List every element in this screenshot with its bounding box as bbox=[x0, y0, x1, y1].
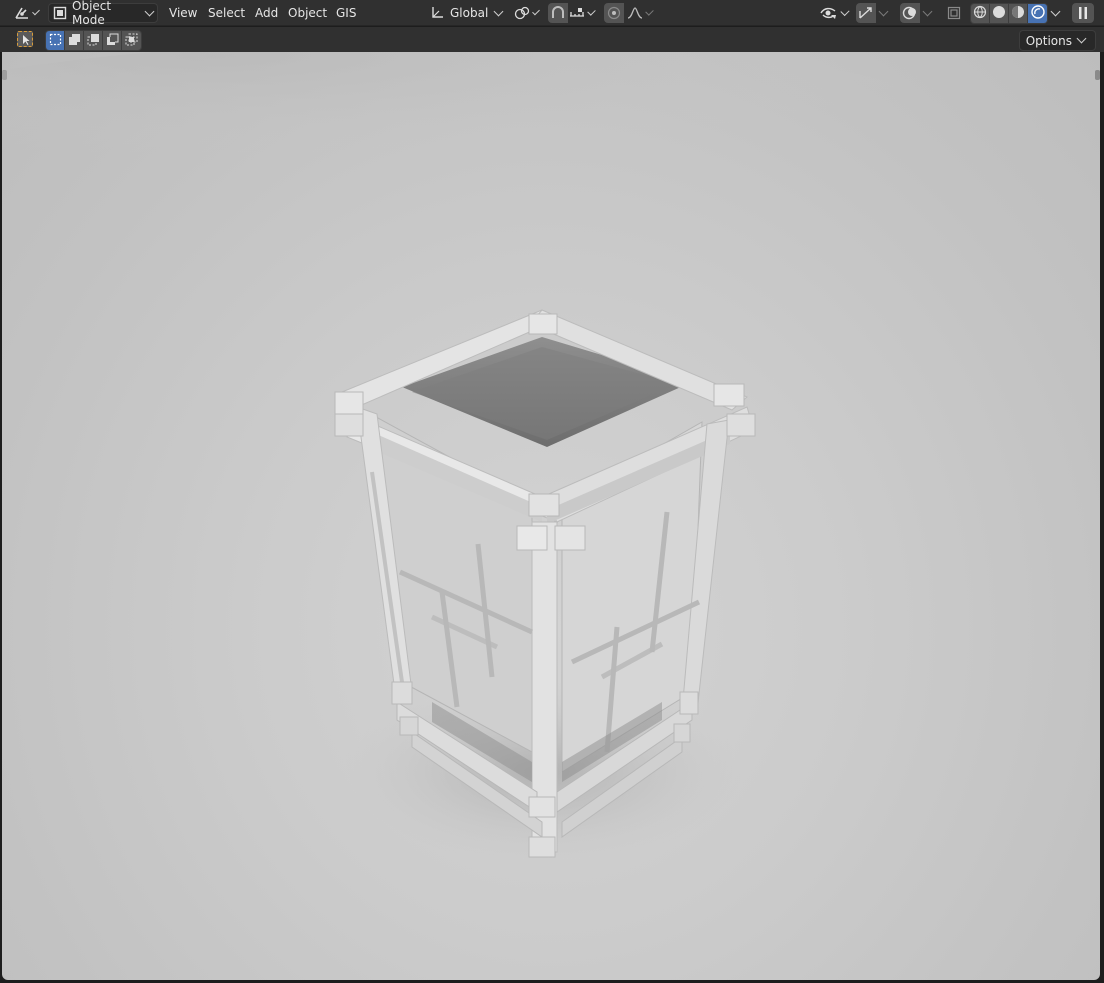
orientation-icon bbox=[430, 6, 444, 20]
object-mode-icon bbox=[53, 6, 67, 20]
gizmo-icon bbox=[858, 6, 874, 20]
intersect-selection-icon bbox=[125, 33, 138, 49]
menu-add[interactable]: Add bbox=[250, 3, 283, 23]
new-selection-icon bbox=[49, 33, 62, 49]
falloff-curve-icon bbox=[627, 6, 643, 20]
options-label: Options bbox=[1025, 33, 1072, 48]
proportional-edit-icon bbox=[607, 6, 621, 20]
visibility-dropdown[interactable] bbox=[818, 3, 852, 23]
select-box-icon bbox=[18, 32, 32, 49]
mode-dropdown[interactable]: Object Mode bbox=[48, 0, 158, 27]
editor-type-button[interactable] bbox=[10, 3, 42, 23]
material-preview-button[interactable] bbox=[1009, 4, 1028, 23]
blender-3d-viewport: Object Mode View Select Add Object GIS G… bbox=[0, 0, 1104, 983]
overlay-toggle[interactable] bbox=[900, 3, 920, 23]
wireframe-shading-button[interactable] bbox=[971, 4, 990, 23]
chevron-down-icon bbox=[532, 7, 540, 15]
chevron-down-icon bbox=[1076, 33, 1087, 44]
chevron-down-icon bbox=[144, 6, 155, 16]
extend-selection-icon bbox=[68, 33, 81, 49]
menu-view[interactable]: View bbox=[164, 3, 202, 23]
chevron-down-icon bbox=[840, 6, 850, 16]
intersect-selection-button[interactable] bbox=[122, 31, 141, 50]
wireframe-shading-icon bbox=[973, 5, 987, 22]
invert-selection-button[interactable] bbox=[103, 31, 122, 50]
chevron-down-icon bbox=[32, 7, 40, 15]
subtract-selection-icon bbox=[87, 33, 100, 49]
overlay-dropdown[interactable] bbox=[920, 3, 938, 23]
select-box-tool-button[interactable] bbox=[17, 31, 33, 47]
xray-toggle[interactable] bbox=[944, 3, 966, 23]
gizmo-toggle[interactable] bbox=[856, 3, 876, 23]
rendered-shading-icon bbox=[1030, 5, 1045, 22]
shading-mode-group bbox=[970, 3, 1048, 24]
chevron-down-icon bbox=[587, 6, 596, 16]
selection-mode-group bbox=[45, 30, 142, 51]
menu-object[interactable]: Object bbox=[283, 3, 332, 23]
extend-selection-button[interactable] bbox=[65, 31, 84, 50]
magnet-icon bbox=[550, 6, 566, 20]
lantern-model bbox=[2, 52, 942, 862]
chevron-down-icon bbox=[645, 6, 654, 16]
menu-select[interactable]: Select bbox=[203, 3, 250, 23]
new-selection-button[interactable] bbox=[46, 31, 65, 50]
gizmo-dropdown[interactable] bbox=[876, 3, 894, 23]
pause-render-icon bbox=[1077, 6, 1089, 20]
proportional-edit-toggle[interactable] bbox=[604, 3, 624, 23]
material-preview-icon bbox=[1011, 5, 1025, 22]
viewport-header: Object Mode View Select Add Object GIS G… bbox=[0, 0, 1104, 27]
solid-shading-button[interactable] bbox=[990, 4, 1009, 23]
chevron-down-icon bbox=[493, 6, 504, 16]
chevron-down-icon bbox=[922, 6, 933, 16]
pause-render-button[interactable] bbox=[1072, 3, 1094, 23]
tool-settings-bar: Options bbox=[0, 27, 1104, 52]
snap-toggle[interactable] bbox=[548, 3, 568, 23]
pivot-point-icon bbox=[514, 6, 530, 20]
viewport-editor-icon bbox=[14, 6, 30, 20]
rendered-viewport[interactable] bbox=[2, 52, 1100, 980]
snap-target-dropdown[interactable] bbox=[568, 3, 598, 23]
options-dropdown[interactable]: Options bbox=[1018, 30, 1096, 51]
snap-increment-icon bbox=[569, 6, 585, 20]
solid-shading-icon bbox=[992, 5, 1006, 22]
overlay-icon bbox=[902, 6, 918, 20]
rendered-shading-button[interactable] bbox=[1028, 4, 1047, 23]
xray-icon bbox=[947, 6, 961, 20]
chevron-down-icon bbox=[878, 6, 889, 16]
orientation-label: Global bbox=[450, 6, 489, 20]
mode-label: Object Mode bbox=[72, 0, 112, 27]
shading-options-dropdown[interactable] bbox=[1048, 3, 1066, 23]
transform-orientation-dropdown[interactable]: Global bbox=[426, 3, 506, 23]
chevron-down-icon bbox=[1050, 6, 1061, 16]
subtract-selection-button[interactable] bbox=[84, 31, 103, 50]
invert-selection-icon bbox=[106, 33, 119, 49]
menu-gis[interactable]: GIS bbox=[331, 3, 361, 23]
eye-icon bbox=[820, 6, 838, 20]
pivot-point-dropdown[interactable] bbox=[512, 3, 542, 23]
falloff-dropdown[interactable] bbox=[624, 3, 656, 23]
